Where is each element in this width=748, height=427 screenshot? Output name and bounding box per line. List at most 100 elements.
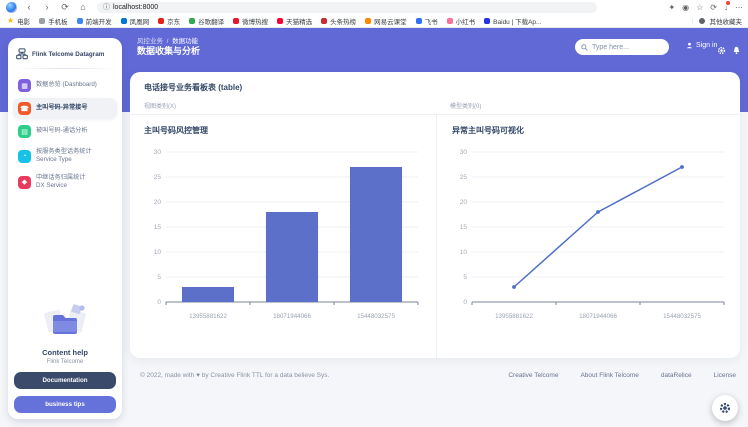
help-illustration-icon	[42, 303, 88, 339]
browser-logo-icon	[6, 2, 17, 13]
bookmark-item[interactable]: 小红书	[447, 16, 476, 26]
bookmark-label: 凤凰网	[130, 16, 150, 26]
bar-chart-title: 主叫号码风控管理	[144, 125, 208, 136]
bookmark-label: 手机板	[48, 16, 68, 26]
dx-service-icon: ◆	[18, 176, 31, 189]
bookmark-item[interactable]: 凤凰网	[121, 16, 150, 26]
sidebar-item[interactable]: ▤被叫号码-通话分析	[13, 121, 117, 142]
browser-nav-buttons: ‹ › ⟳ ⌂	[17, 0, 89, 14]
footer-link[interactable]: dataRelice	[661, 372, 692, 379]
line-chart: 0510152025301395588162218071944066154480…	[446, 142, 734, 328]
bookmark-item[interactable]: 网易云课堂	[365, 16, 407, 26]
copyright-text: © 2022, made with ♥ by Creative Flink TT…	[140, 372, 329, 379]
bookmark-label: 飞书	[425, 16, 438, 26]
sidebar-item-label: 按服务类型话务统计Service Type	[36, 148, 92, 164]
sidebar-item[interactable]: ◔按服务类型话务统计Service Type	[13, 144, 117, 168]
bookmark-item[interactable]: 微博热搜	[233, 16, 268, 26]
forward-button[interactable]: ›	[41, 0, 53, 14]
bookmark-item[interactable]: 前端开发	[77, 16, 112, 26]
card-divider-vertical	[436, 114, 437, 358]
svg-text:15448032575: 15448032575	[663, 313, 701, 320]
bookmark-item[interactable]: 谷歌翻译	[189, 16, 224, 26]
bookmark-item[interactable]: 手机板	[39, 16, 68, 26]
reload-button[interactable]: ⟳	[59, 0, 71, 14]
svg-text:18071944066: 18071944066	[579, 313, 617, 320]
other-bookmarks-label: 其他收藏夹	[710, 16, 743, 26]
help-title: Content help	[14, 348, 116, 357]
settings-icon[interactable]	[717, 42, 726, 60]
business-tips-button[interactable]: business tips	[14, 396, 116, 413]
site-info-icon[interactable]: ⓘ	[103, 2, 110, 12]
bookmarks-list: ★电影 手机板前端开发 凤凰网 京东 谷歌翻译微博热搜天猫精选 头条热榜网易云课堂 飞书小红…	[7, 16, 541, 26]
more-icon[interactable]: ⋯	[735, 1, 743, 14]
view-category-label: 视图类别(X)	[144, 101, 176, 110]
bookmark-item[interactable]: 天猫精选	[277, 16, 312, 26]
dashboard-card: 电话接号业务看板表 (table) 视图类别(X) 模型类别(0) 主叫号码风控…	[130, 72, 740, 358]
sign-in-label: Sign in	[696, 42, 717, 49]
bookmark-favicon	[365, 18, 371, 24]
bookmark-item[interactable]: 飞书	[416, 16, 438, 26]
svg-text:15448032575: 15448032575	[357, 313, 395, 320]
sidebar-item-label: 主叫号码-异常接号	[36, 104, 88, 112]
svg-text:10: 10	[154, 249, 162, 256]
sidebar-item-sublabel: Service Type	[36, 156, 92, 164]
card-title: 电话接号业务看板表 (table)	[144, 82, 242, 93]
download-badge	[726, 1, 730, 5]
footer: © 2022, made with ♥ by Creative Flink TT…	[140, 368, 736, 382]
app-logo[interactable]: Flink Telcome Datagram	[8, 38, 122, 68]
footer-link[interactable]: License	[714, 372, 736, 379]
sidebar: Flink Telcome Datagram ▦数据总览 (Dashboard)…	[8, 38, 122, 419]
history-icon[interactable]: ⟳	[710, 1, 717, 14]
bookmark-favicon	[416, 18, 422, 24]
bookmark-label: 京东	[167, 16, 180, 26]
sidebar-item[interactable]: ◆中继话务归属统计DX Service	[13, 170, 117, 194]
help-subtitle: Flink Telcome	[14, 359, 116, 365]
bookmark-item[interactable]: 头条热榜	[321, 16, 356, 26]
svg-text:20: 20	[154, 199, 162, 206]
bookmark-star-icon[interactable]: ☆	[696, 1, 703, 14]
sidebar-nav: ▦数据总览 (Dashboard)☎主叫号码-异常接号▤被叫号码-通话分析◔按服…	[8, 75, 122, 194]
sidebar-item-label: 数据总览 (Dashboard)	[36, 81, 97, 89]
download-icon[interactable]: ↓	[724, 1, 728, 14]
bookmark-favicon	[77, 18, 83, 24]
back-button[interactable]: ‹	[23, 0, 35, 14]
bookmark-label: 电影	[17, 16, 30, 26]
profile-icon[interactable]: ◉	[682, 1, 689, 14]
model-category-label: 模型类别(0)	[450, 101, 481, 110]
browser-action-icons: ✦ ◉ ☆ ⟳ ↓ ⋯	[668, 1, 743, 14]
extensions-icon[interactable]: ✦	[668, 1, 675, 14]
svg-text:15: 15	[460, 224, 468, 231]
svg-text:13955881622: 13955881622	[495, 313, 533, 320]
footer-links: Creative Telcome About Flink Telcome dataR…	[508, 372, 736, 379]
browser-chrome: ‹ › ⟳ ⌂ ⓘ localhost:8000 ✦ ◉ ☆ ⟳ ↓ ⋯ ★电影 手机板前端开发 凤…	[0, 0, 748, 28]
bookmark-item[interactable]: 京东	[158, 16, 180, 26]
bookmark-favicon	[321, 18, 327, 24]
other-bookmarks[interactable]: | 其他收藏夹	[692, 16, 742, 26]
bell-icon[interactable]	[732, 42, 741, 60]
bookmark-label: Baidu | 下载Ap...	[493, 16, 541, 26]
bookmark-item[interactable]: Baidu | 下载Ap...	[484, 16, 541, 26]
footer-link[interactable]: Creative Telcome	[508, 372, 558, 379]
svg-text:13955881622: 13955881622	[189, 313, 227, 320]
folder-icon	[699, 18, 705, 24]
home-button[interactable]: ⌂	[77, 0, 89, 14]
sign-in-button[interactable]: Sign in	[686, 42, 717, 49]
svg-text:18071944066: 18071944066	[273, 313, 311, 320]
person-icon	[686, 42, 693, 49]
bookmark-label: 谷歌翻译	[198, 16, 224, 26]
search-input[interactable]: Type here...	[575, 39, 669, 55]
svg-text:5: 5	[157, 274, 161, 281]
documentation-button[interactable]: Documentation	[14, 372, 116, 389]
svg-text:20: 20	[460, 199, 468, 206]
bookmark-label: 头条热榜	[330, 16, 356, 26]
bookmark-favicon	[158, 18, 164, 24]
card-divider-horizontal	[130, 114, 740, 115]
bookmark-favicon	[121, 18, 127, 24]
sidebar-item[interactable]: ▦数据总览 (Dashboard)	[13, 75, 117, 96]
footer-link[interactable]: About Flink Telcome	[580, 372, 638, 379]
bookmark-item[interactable]: ★电影	[7, 16, 30, 26]
address-bar[interactable]: ⓘ localhost:8000	[97, 2, 597, 13]
bookmarks-separator: |	[692, 18, 694, 25]
sidebar-item[interactable]: ☎主叫号码-异常接号	[13, 98, 117, 119]
settings-fab[interactable]	[712, 395, 738, 421]
